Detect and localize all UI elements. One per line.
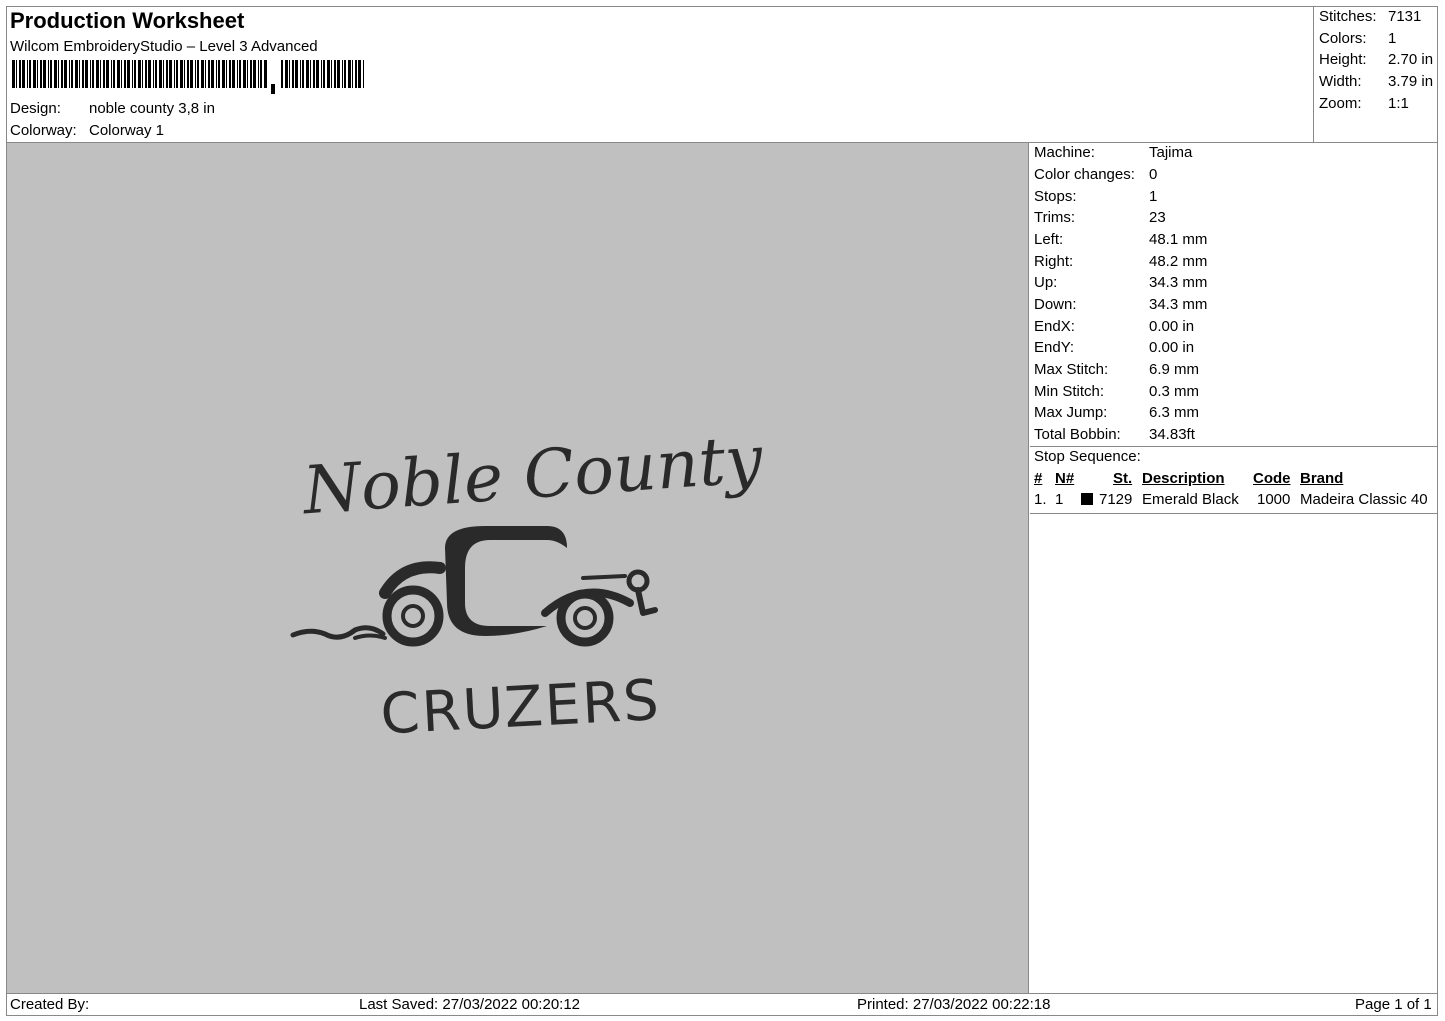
stop-needle: 1 bbox=[1055, 491, 1064, 508]
design-row: Design: noble county 3,8 in bbox=[10, 100, 215, 117]
stop-stitches: 7129 bbox=[1099, 491, 1133, 508]
info-row: Machine: Tajima bbox=[1034, 144, 1193, 161]
col-code: Code bbox=[1253, 470, 1291, 487]
summary-row: Colors: 1 bbox=[1319, 30, 1397, 47]
colorway-label: Colorway: bbox=[10, 122, 77, 139]
info-row: Color changes: 0 bbox=[1034, 166, 1158, 183]
col-num: # bbox=[1034, 470, 1043, 487]
design-line2: CRUZERS bbox=[379, 668, 662, 738]
col-stitches: St. bbox=[1113, 470, 1133, 487]
info-row: Left: 48.1 mm bbox=[1034, 231, 1208, 248]
worksheet-footer: Created By: Last Saved: 27/03/2022 00:20… bbox=[6, 993, 1438, 1016]
stop-sequence-title: Stop Sequence: bbox=[1034, 448, 1141, 465]
info-row: Min Stitch: 0.3 mm bbox=[1034, 383, 1200, 400]
stop-num: 1. bbox=[1034, 491, 1047, 508]
design-label: Design: bbox=[10, 100, 61, 117]
stop-description: Emerald Black bbox=[1142, 491, 1239, 508]
software-name: Wilcom EmbroideryStudio – Level 3 Advanc… bbox=[10, 38, 318, 55]
stop-brand: Madeira Classic 40 bbox=[1300, 491, 1428, 508]
printed-date: Printed: 27/03/2022 00:22:18 bbox=[857, 996, 1051, 1013]
summary-row: Height: 2.70 in bbox=[1319, 51, 1434, 68]
design-line1: Noble County bbox=[299, 420, 765, 529]
info-row: EndX: 0.00 in bbox=[1034, 318, 1195, 335]
barcode-image bbox=[12, 60, 364, 94]
info-row: Max Jump: 6.3 mm bbox=[1034, 404, 1200, 421]
divider bbox=[1030, 446, 1438, 447]
divider bbox=[1030, 513, 1438, 514]
summary-row: Stitches: 7131 bbox=[1319, 8, 1422, 25]
colorway-name: Colorway 1 bbox=[89, 122, 165, 139]
color-swatch bbox=[1081, 493, 1093, 505]
page-title: Production Worksheet bbox=[10, 8, 245, 33]
embroidery-design-image: Noble County CRUZERS bbox=[290, 420, 765, 738]
col-needle: N# bbox=[1055, 470, 1075, 487]
stop-code: 1000 bbox=[1257, 491, 1291, 508]
info-row: EndY: 0.00 in bbox=[1034, 339, 1195, 356]
info-row: Trims: 23 bbox=[1034, 209, 1166, 226]
info-row: Right: 48.2 mm bbox=[1034, 253, 1208, 270]
info-row: Total Bobbin: 34.83ft bbox=[1034, 426, 1195, 443]
summary-panel: Stitches: 7131 Colors: 1 Height: 2.70 in Wi… bbox=[1314, 6, 1438, 143]
info-row: Down: 34.3 mm bbox=[1034, 296, 1208, 313]
created-by: Created By: bbox=[10, 996, 90, 1013]
design-name: noble county 3,8 in bbox=[89, 100, 215, 117]
page-number: Page 1 of 1 bbox=[1355, 996, 1432, 1013]
col-brand: Brand bbox=[1300, 470, 1344, 487]
colorway-row: Colorway: Colorway 1 bbox=[10, 122, 164, 139]
design-preview-canvas: Noble County CRUZERS bbox=[7, 143, 1029, 993]
info-row: Stops: 1 bbox=[1034, 188, 1158, 205]
summary-row: Width: 3.79 in bbox=[1319, 73, 1434, 90]
info-row: Max Stitch: 6.9 mm bbox=[1034, 361, 1200, 378]
last-saved: Last Saved: 27/03/2022 00:20:12 bbox=[359, 996, 581, 1013]
col-description: Description bbox=[1142, 470, 1225, 487]
summary-row: Zoom: 1:1 bbox=[1319, 95, 1409, 112]
info-row: Up: 34.3 mm bbox=[1034, 274, 1208, 291]
